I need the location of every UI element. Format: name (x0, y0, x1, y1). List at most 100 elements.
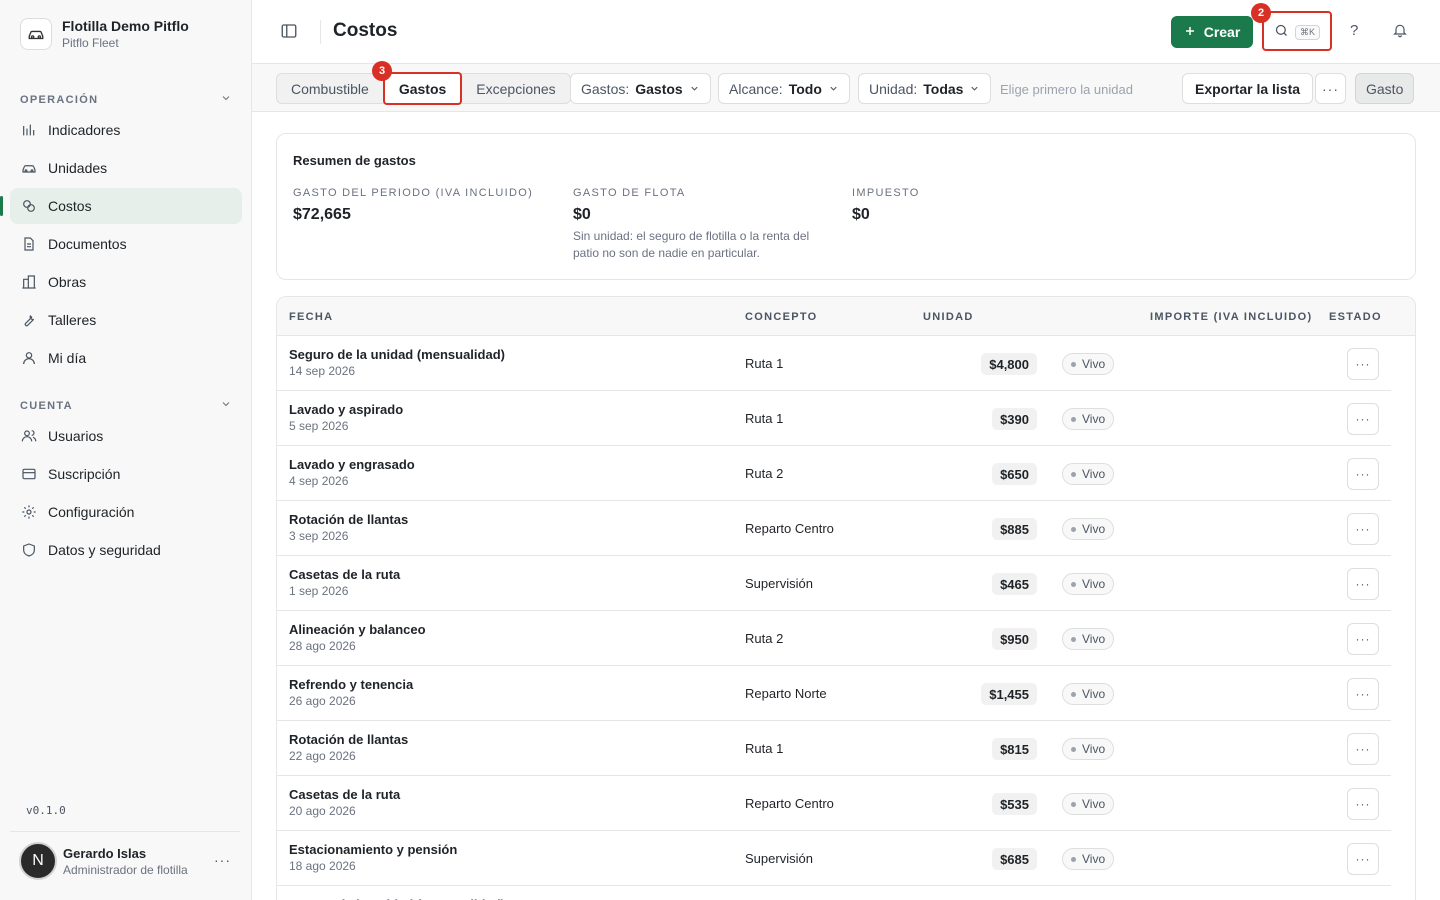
sidebar-item-configuración[interactable]: Configuración (10, 494, 242, 530)
create-button-label: Crear (1203, 24, 1241, 40)
sidebar-item-talleres[interactable]: Talleres (10, 302, 242, 338)
avatar: N (19, 842, 57, 880)
row-more-icon[interactable]: ··· (1347, 458, 1379, 490)
expense-amount: $650 (992, 463, 1037, 485)
expense-title: Casetas de la ruta (289, 787, 401, 802)
status-badge: Vivo (1062, 353, 1115, 375)
bell-icon[interactable] (1392, 22, 1408, 41)
filter-value: Todas (923, 80, 964, 97)
expense-title: Lavado y aspirado (289, 402, 404, 417)
table-row[interactable]: Seguro de la unidad (mensualidad) 14 sep … (277, 336, 1391, 391)
expense-date: 1 sep 2026 (289, 584, 349, 598)
unidad-filter-dropdown[interactable]: Unidad: Todas (858, 73, 992, 104)
users-icon (20, 427, 38, 445)
expense-date: 28 ago 2026 (289, 639, 356, 653)
chevron-down-icon (969, 81, 980, 97)
row-more-icon[interactable]: ··· (1347, 513, 1379, 545)
status-label: Vivo (1082, 357, 1106, 371)
wrench-icon (20, 311, 38, 329)
row-more-icon[interactable]: ··· (1347, 568, 1379, 600)
row-more-icon[interactable]: ··· (1347, 403, 1379, 435)
document-icon (20, 235, 38, 253)
sidebar-item-obras[interactable]: Obras (10, 264, 242, 300)
sidebar: Flotilla Demo Pitflo Pitflo Fleet OPERAC… (0, 0, 252, 900)
sidebar-item-unidades[interactable]: Unidades (10, 150, 242, 186)
table-row[interactable]: Rotación de llantas 22 ago 2026 Ruta 1 $815… (277, 721, 1391, 776)
create-button[interactable]: Crear (1171, 16, 1253, 48)
person-icon (20, 349, 38, 367)
column-header[interactable]: FECHA (289, 311, 333, 323)
user-role: Administrador de flotilla (63, 862, 188, 877)
table-row[interactable]: Casetas de la ruta 1 sep 2026 Supervisión $… (277, 556, 1391, 611)
filter-label: Unidad: (869, 80, 918, 97)
table-row[interactable]: Alineación y balanceo 28 ago 2026 Ruta 2 $9… (277, 611, 1391, 666)
annotation-badge: 3 (372, 61, 392, 81)
expense-title: Estacionamiento y pensión (289, 842, 458, 857)
section-operacion[interactable]: OPERACIÓN (20, 92, 232, 107)
org-name: Flotilla Demo Pitflo (62, 18, 189, 34)
expense-title: Rotación de llantas (289, 732, 409, 747)
new-gasto-button[interactable]: Gasto (1355, 73, 1415, 104)
car-icon (20, 159, 38, 177)
status-dot-icon (1071, 801, 1076, 807)
user-more-icon[interactable]: ··· (214, 852, 231, 868)
table-row[interactable]: Lavado y engrasado 4 sep 2026 Ruta 2 $650 Vi… (277, 446, 1391, 501)
expense-unit: Reparto Norte (745, 686, 827, 701)
sidebar-item-usuarios[interactable]: Usuarios (10, 418, 242, 454)
row-more-icon[interactable]: ··· (1347, 348, 1379, 380)
row-more-icon[interactable]: ··· (1347, 733, 1379, 765)
status-dot-icon (1071, 856, 1076, 862)
more-options-icon[interactable]: ··· (1315, 73, 1346, 104)
table-row[interactable]: Lavado y aspirado 5 sep 2026 Ruta 1 $390 Viv… (277, 391, 1391, 446)
expense-title: Lavado y engrasado (289, 457, 415, 472)
org-switcher[interactable]: Flotilla Demo Pitflo Pitflo Fleet (20, 18, 189, 50)
column-header[interactable]: IMPORTE (IVA INCLUIDO) (1150, 311, 1312, 323)
column-header[interactable]: UNIDAD (923, 311, 974, 323)
sidebar-item-costos[interactable]: Costos (0, 188, 242, 224)
row-more-icon[interactable]: ··· (1347, 843, 1379, 875)
help-icon[interactable]: ? (1350, 22, 1358, 39)
export-list-button[interactable]: Exportar la lista (1182, 73, 1314, 104)
chevron-down-icon (220, 398, 232, 413)
sidebar-item-indicadores[interactable]: Indicadores (10, 112, 242, 148)
user-menu[interactable]: N Gerardo Islas Administrador de flotill… (19, 842, 239, 880)
status-dot-icon (1071, 471, 1076, 477)
tab-excepciones[interactable]: Excepciones (462, 74, 569, 103)
table-row[interactable]: Casetas de la ruta 20 ago 2026 Reparto Cen… (277, 776, 1391, 831)
sidebar-item-documentos[interactable]: Documentos (10, 226, 242, 262)
section-cuenta[interactable]: CUENTA (20, 398, 232, 413)
nav-operacion: Indicadores Unidades Costos Documentos Obras… (0, 112, 242, 378)
tab-gastos[interactable]: Gastos (382, 72, 463, 105)
plus-icon (1184, 24, 1196, 40)
table-row[interactable]: Estacionamiento y pensión 18 ago 2026 Supe… (277, 831, 1391, 886)
expense-unit: Ruta 1 (745, 356, 784, 371)
row-more-icon[interactable]: ··· (1347, 678, 1379, 710)
expense-unit: Supervisión (745, 576, 813, 591)
search-button[interactable]: ⌘K (1262, 11, 1332, 51)
row-more-icon[interactable]: ··· (1347, 788, 1379, 820)
expense-title: Rotación de llantas (289, 512, 409, 527)
filter-value: Gastos (635, 80, 683, 97)
status-label: Vivo (1082, 797, 1106, 811)
summary-title: Resumen de gastos (293, 153, 416, 168)
table-row[interactable]: Seguro de la unidad (mensualidad) (277, 886, 1391, 900)
row-more-icon[interactable]: ··· (1347, 623, 1379, 655)
sidebar-toggle-icon[interactable] (280, 22, 300, 42)
sidebar-item-suscripción[interactable]: Suscripción (10, 456, 242, 492)
search-icon (1274, 23, 1289, 41)
gastos-filter-dropdown[interactable]: Gastos: Gastos (570, 73, 711, 104)
metric-label: GASTO DE FLOTA (573, 187, 686, 199)
status-badge: Vivo (1062, 793, 1115, 815)
status-badge: Vivo (1062, 738, 1115, 760)
status-dot-icon (1071, 691, 1076, 697)
column-header[interactable]: CONCEPTO (745, 311, 818, 323)
column-header[interactable]: ESTADO (1329, 311, 1382, 323)
alcance-filter-dropdown[interactable]: Alcance: Todo (718, 73, 850, 104)
tab-combustible[interactable]: Combustible (277, 74, 383, 103)
table-row[interactable]: Refrendo y tenencia 26 ago 2026 Reparto No… (277, 666, 1391, 721)
table-row[interactable]: Rotación de llantas 3 sep 2026 Reparto Cen… (277, 501, 1391, 556)
sidebar-item-datos-y-seguridad[interactable]: Datos y seguridad (10, 532, 242, 568)
tab-group: Combustible Gastos Excepciones (276, 72, 571, 105)
sidebar-item-mi-día[interactable]: Mi día (10, 340, 242, 376)
page-title: Costos (333, 20, 398, 41)
